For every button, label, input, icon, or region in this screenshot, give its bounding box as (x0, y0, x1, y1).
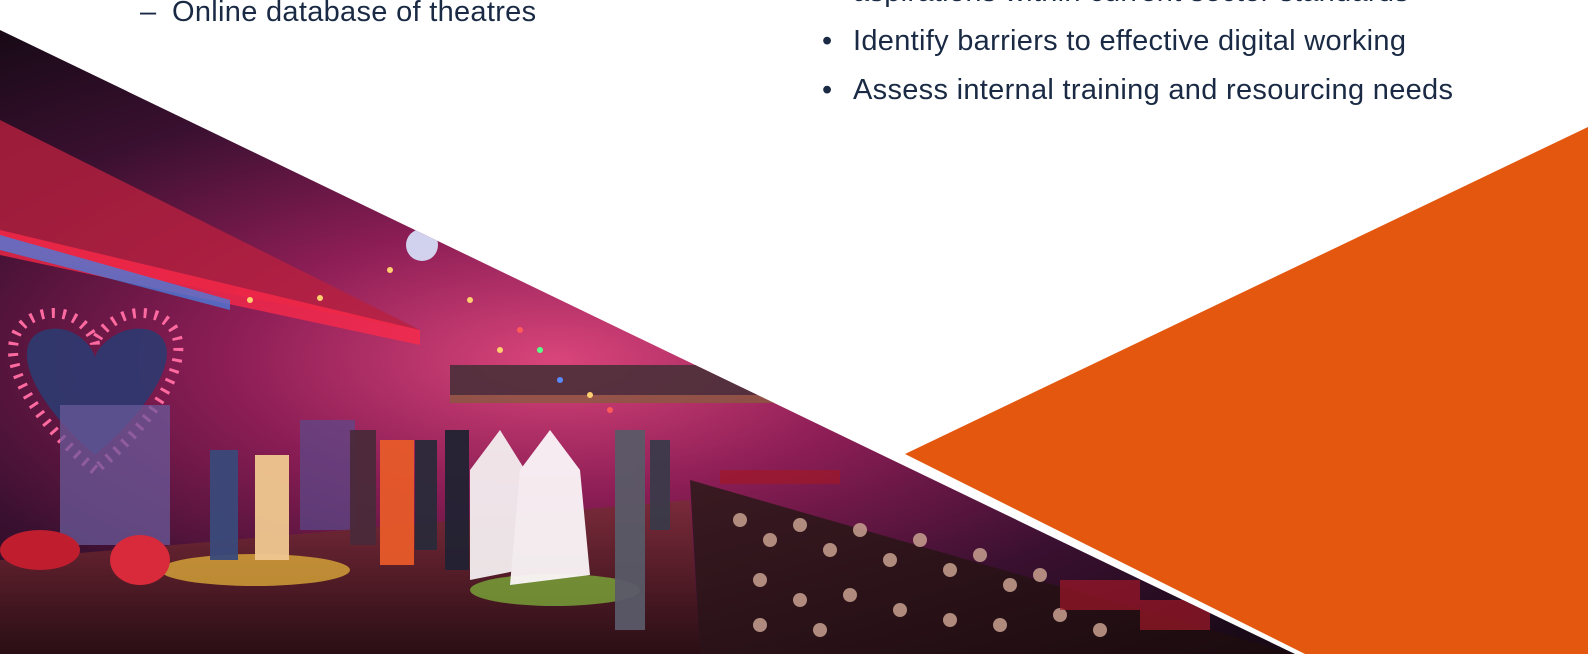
list-item-text: aspirations within current sector standa… (853, 0, 1409, 17)
left-bullet-list: – Online database of theatres (140, 0, 536, 37)
list-item-text: Online database of theatres (172, 0, 537, 28)
list-item: • Assess internal training and resourcin… (822, 66, 1453, 115)
right-bullet-list: aspirations within current sector standa… (822, 0, 1453, 115)
list-item-text: Identify barriers to effective digital w… (853, 25, 1407, 57)
list-item-text: Assess internal training and resourcing … (853, 74, 1454, 106)
list-item: • Identify barriers to effective digital… (822, 17, 1453, 66)
bullet-marker: • (822, 25, 833, 57)
dash-marker: – (140, 0, 157, 28)
bullet-marker: • (822, 74, 833, 106)
list-item: – Online database of theatres (140, 0, 536, 37)
page: – Online database of theatres aspiration… (0, 0, 1588, 654)
list-item: aspirations within current sector standa… (822, 0, 1453, 17)
